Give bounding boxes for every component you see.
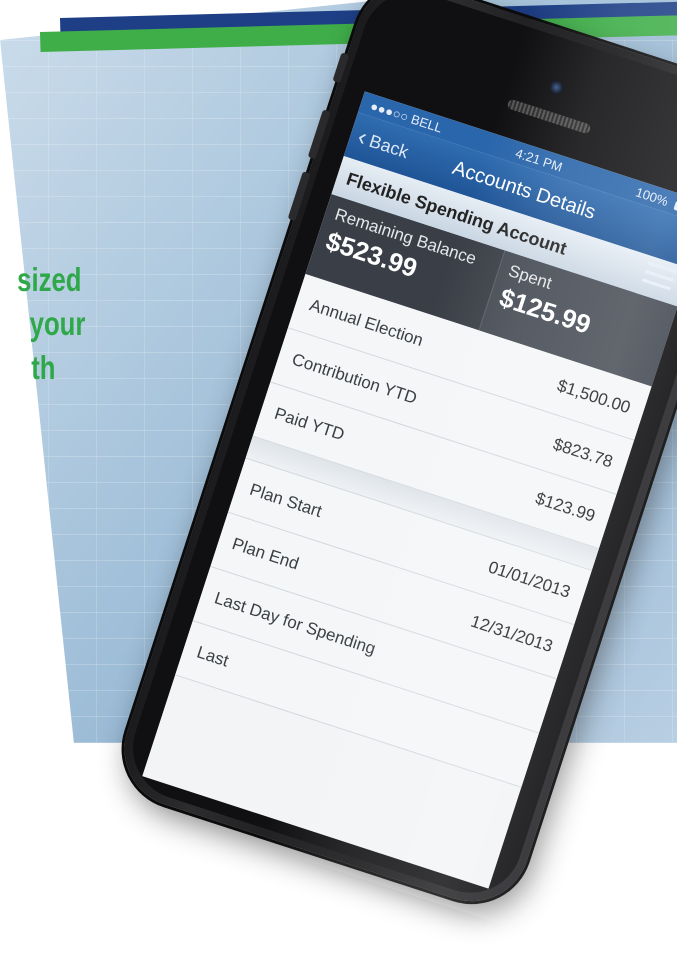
promo-line-2: your — [29, 305, 86, 342]
row-value: 12/31/2013 — [468, 611, 556, 657]
hamburger-menu-icon[interactable] — [640, 261, 677, 296]
row-value: $823.78 — [550, 434, 616, 472]
row-label: Plan End — [229, 534, 302, 574]
row-value: 01/01/2013 — [485, 557, 573, 602]
row-label: Paid YTD — [272, 403, 347, 445]
promo-line-1: sized — [17, 261, 82, 298]
promo-line-3: th — [31, 349, 56, 386]
row-label: Last — [194, 642, 231, 671]
row-label: Plan Start — [247, 479, 325, 522]
row-value: $1,500.00 — [554, 375, 633, 418]
promo-tagline: sized your th — [0, 258, 94, 390]
row-value: $123.99 — [533, 488, 598, 526]
